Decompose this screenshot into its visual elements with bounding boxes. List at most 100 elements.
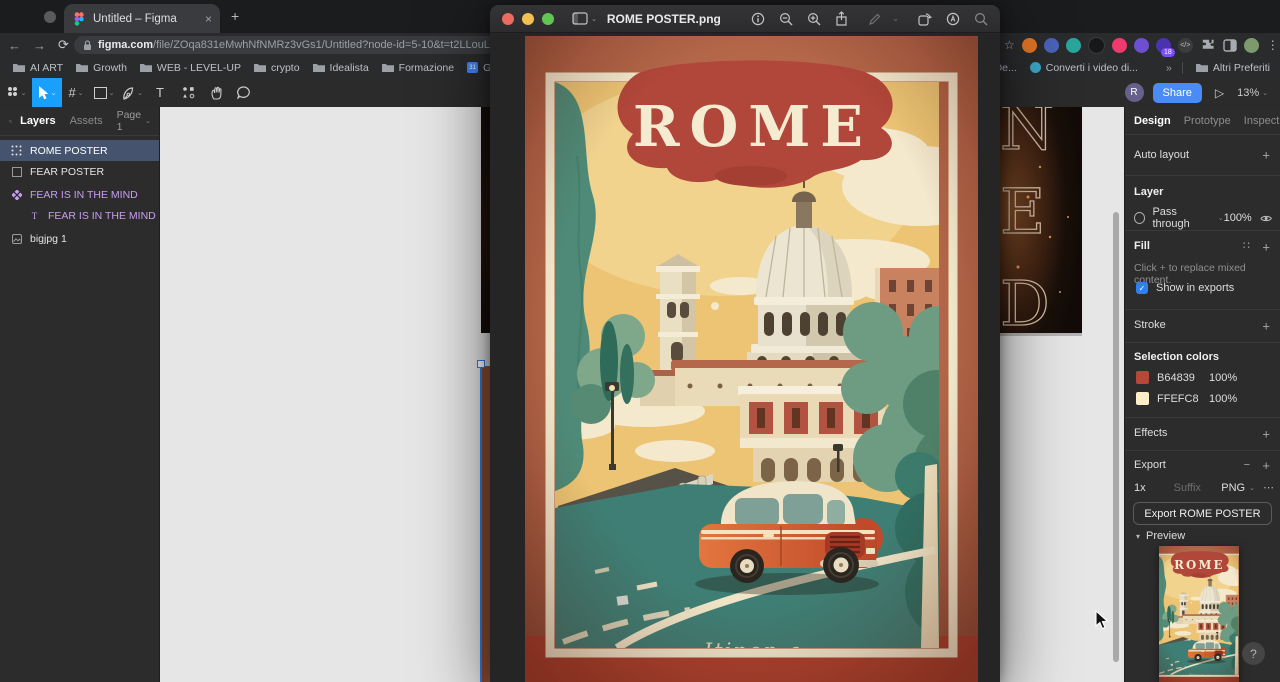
teal-extension-icon[interactable] [1065, 37, 1081, 53]
export-preview-thumbnail [1159, 546, 1239, 682]
dark-extension-icon[interactable] [1087, 36, 1105, 54]
browser-tab[interactable]: Untitled – Figma × [64, 4, 220, 33]
layer-row-text[interactable]: T FEAR IS IN THE MIND [0, 205, 159, 226]
other-bookmarks-folder[interactable]: Altri Preferiti [1195, 62, 1270, 74]
color-swatch[interactable] [1136, 371, 1149, 384]
text-tool-button[interactable]: T [146, 78, 174, 107]
export-suffix-input[interactable]: Suffix [1174, 482, 1201, 494]
reload-icon[interactable]: ⟳ [58, 37, 69, 53]
bookmark-folder[interactable]: AI ART [13, 62, 63, 74]
hand-tool-button[interactable] [202, 78, 230, 107]
blend-mode-icon[interactable] [1134, 212, 1146, 224]
color-opacity[interactable]: 100% [1209, 372, 1237, 384]
layer-row-bigjpg[interactable]: bigjpg 1 [0, 228, 159, 249]
tab-prototype[interactable]: Prototype [1184, 115, 1231, 127]
show-in-exports-checkbox[interactable]: ✓ [1136, 282, 1148, 294]
main-menu-button[interactable]: ⌄ [0, 78, 32, 107]
bookmark-folder[interactable]: crypto [253, 62, 300, 74]
export-scale[interactable]: 1x [1134, 482, 1146, 494]
bookmark-converti[interactable]: Converti i video di... [1029, 62, 1138, 74]
frame-tool-button[interactable]: # ⌄ [62, 78, 90, 107]
tab-close-icon[interactable]: × [205, 12, 212, 26]
key-extension-icon[interactable] [1111, 37, 1127, 53]
share-button[interactable]: Share [1152, 82, 1202, 103]
code-extension-icon[interactable]: </> [1177, 37, 1193, 53]
new-tab-button[interactable]: + [231, 8, 239, 24]
bookmark-folder[interactable]: Idealista [312, 62, 369, 74]
search-button[interactable] [974, 12, 988, 26]
layer-row-rome-poster[interactable]: ROME POSTER [0, 140, 159, 161]
profile-avatar[interactable] [1243, 37, 1259, 53]
zoom-menu[interactable]: 13% ⌄ [1237, 87, 1268, 99]
window-close-button[interactable] [44, 10, 56, 23]
purple-extension-icon[interactable] [1133, 37, 1149, 53]
preview-zoom-button[interactable] [542, 12, 554, 25]
info-button[interactable] [751, 12, 765, 26]
share-button-macos[interactable] [835, 11, 848, 26]
bookmarks-overflow-icon[interactable]: » [1166, 62, 1172, 74]
move-tool-button[interactable]: ⌄ [32, 78, 62, 107]
present-play-icon[interactable]: ▷ [1215, 86, 1224, 100]
fear-poster-canvas[interactable]: N E D [998, 107, 1082, 333]
export-remove-icon[interactable]: − [1244, 459, 1250, 471]
effects-add-icon[interactable]: + [1262, 427, 1270, 442]
zoom-in-button[interactable] [807, 12, 821, 26]
export-format-select[interactable]: PNG [1221, 482, 1245, 494]
sidebar-toggle-button[interactable]: ⌄ [572, 12, 597, 25]
bookmark-folder[interactable]: Formazione [381, 62, 454, 74]
color-opacity[interactable]: 100% [1209, 393, 1237, 405]
layer-row-fear-poster[interactable]: FEAR POSTER [0, 161, 159, 182]
export-add-icon[interactable]: + [1262, 458, 1270, 473]
shape-tool-button[interactable]: ⌄ [90, 78, 118, 107]
bookmark-folder[interactable]: WEB - LEVEL-UP [139, 62, 241, 74]
layers-panel: Layers Assets Page 1 ⌄ ROME POSTER FEAR … [0, 107, 160, 682]
auto-layout-add-icon[interactable]: + [1262, 148, 1270, 163]
tab-inspect[interactable]: Inspect [1244, 115, 1279, 127]
export-more-icon[interactable]: ⋯ [1263, 481, 1274, 494]
markup-pen-button[interactable] [868, 12, 882, 26]
color-hex[interactable]: B64839 [1157, 372, 1209, 384]
preview-minimize-button[interactable] [522, 12, 534, 25]
bookmark-star-icon[interactable]: ☆ [1004, 38, 1015, 52]
puzzle-extensions-icon[interactable] [1201, 38, 1215, 52]
visibility-eye-icon[interactable] [1260, 214, 1272, 223]
metamask-extension-icon[interactable] [1021, 37, 1037, 53]
preview-titlebar[interactable]: ⌄ ROME POSTER.png ⌄ [490, 5, 1000, 33]
resources-tool-button[interactable] [174, 78, 202, 107]
browser-menu-icon[interactable]: ⋮ [1267, 38, 1279, 52]
fill-styles-icon[interactable]: ∷ [1243, 239, 1250, 252]
blend-mode-value[interactable]: Pass through [1152, 206, 1213, 230]
tab-design[interactable]: Design [1134, 115, 1171, 127]
layer-row-component[interactable]: FEAR IS IN THE MIND [0, 184, 159, 205]
preview-disclosure-icon[interactable]: ▾ [1136, 532, 1140, 541]
preview-close-button[interactable] [502, 12, 514, 25]
color-hex[interactable]: FFEFC8 [1157, 393, 1209, 405]
canvas-scrollbar[interactable] [1113, 212, 1119, 662]
split-view-icon[interactable] [1223, 38, 1237, 52]
user-avatar[interactable]: R [1124, 83, 1144, 102]
selection-handle[interactable] [477, 360, 485, 368]
rotate-button[interactable] [917, 12, 932, 26]
search-icon[interactable] [9, 116, 12, 127]
design-panel: Design Prototype Inspect Auto layout + L… [1124, 107, 1280, 682]
blue-extension-icon[interactable] [1043, 37, 1059, 53]
preview-window[interactable]: ⌄ ROME POSTER.png ⌄ [490, 5, 1000, 682]
page-selector[interactable]: Page 1 [117, 109, 142, 133]
layer-opacity-value[interactable]: 100% [1224, 212, 1252, 224]
pen-tool-button[interactable]: ⌄ [118, 78, 146, 107]
badged-extension-icon[interactable]: 18 [1155, 37, 1175, 57]
forward-icon[interactable]: → [33, 38, 46, 53]
markup-chevron-icon[interactable]: ⌄ [892, 14, 899, 23]
tab-layers[interactable]: Layers [20, 115, 55, 127]
annotate-button[interactable] [946, 12, 960, 26]
comment-tool-button[interactable] [230, 78, 258, 107]
color-swatch[interactable] [1136, 392, 1149, 405]
back-icon[interactable]: ← [8, 38, 21, 53]
export-button[interactable]: Export ROME POSTER [1133, 502, 1272, 525]
help-button[interactable]: ? [1242, 642, 1265, 665]
bookmark-folder[interactable]: Growth [76, 62, 127, 74]
stroke-add-icon[interactable]: + [1262, 319, 1270, 334]
tab-assets[interactable]: Assets [70, 115, 103, 127]
fill-add-icon[interactable]: + [1262, 240, 1270, 255]
zoom-out-button[interactable] [779, 12, 793, 26]
